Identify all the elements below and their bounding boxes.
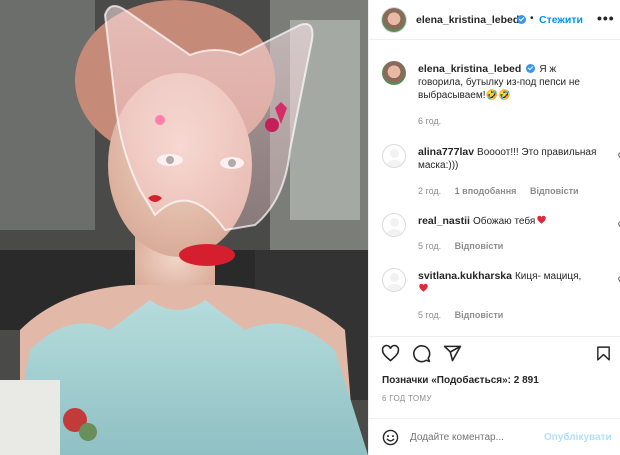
- red-heart-emoji-icon: [419, 283, 428, 292]
- commenter-avatar[interactable]: [382, 144, 406, 168]
- comment-time[interactable]: 5 год.: [418, 310, 441, 320]
- verified-icon: [526, 64, 536, 73]
- caption-avatar[interactable]: [382, 61, 406, 85]
- comment-username[interactable]: svitlana.kukharska: [418, 270, 512, 282]
- post-sidebar: elena_kristina_lebed • Стежити ••• elena…: [368, 0, 620, 455]
- reply-button[interactable]: Відповісти: [455, 310, 504, 320]
- comment-body: alina777lav Воооот!!! Это правильная маск…: [418, 146, 603, 172]
- comment-time[interactable]: 2 год.: [418, 186, 441, 196]
- share-icon[interactable]: [443, 344, 462, 363]
- heart-icon[interactable]: [381, 344, 400, 363]
- author-username[interactable]: elena_kristina_lebed: [416, 14, 519, 26]
- post-actions: [369, 336, 620, 368]
- commenter-avatar[interactable]: [382, 268, 406, 292]
- comment-body: real_nastii Обожаю тебя: [418, 215, 603, 228]
- reply-button[interactable]: Відповісти: [455, 241, 504, 251]
- author-avatar[interactable]: [382, 8, 406, 32]
- add-comment-bar: Опублікувати: [369, 418, 620, 455]
- separator-dot: •: [530, 13, 534, 24]
- selfie-with-mask-illustration: [0, 0, 368, 455]
- post-header: elena_kristina_lebed • Стежити •••: [369, 0, 620, 40]
- follow-button[interactable]: Стежити: [539, 14, 583, 26]
- comment-username[interactable]: alina777lav: [418, 146, 474, 158]
- verified-icon: [517, 15, 526, 24]
- more-options-icon[interactable]: •••: [597, 10, 615, 26]
- reply-button[interactable]: Відповісти: [530, 186, 579, 196]
- caption-time[interactable]: 6 год.: [418, 116, 441, 126]
- comment-meta: 2 год. 1 вподобання Відповісти: [418, 186, 590, 196]
- comment-text: Обожаю тебя: [472, 216, 536, 227]
- caption-meta: 6 год.: [418, 116, 452, 126]
- commenter-avatar[interactable]: [382, 213, 406, 237]
- comment-username[interactable]: real_nastii: [418, 215, 470, 227]
- comment-meta: 5 год. Відповісти: [418, 310, 514, 320]
- caption-body: elena_kristina_lebed Я ж говорила, бутылк…: [418, 63, 603, 102]
- publish-button[interactable]: Опублікувати: [544, 432, 612, 443]
- comment-text: Киця- мациця,: [514, 271, 582, 282]
- post-photo[interactable]: [0, 0, 368, 455]
- likes-count[interactable]: Позначки «Подобається»: 2 891: [382, 375, 539, 386]
- post-time[interactable]: 6 ГОД ТОМУ: [382, 394, 432, 403]
- red-heart-emoji-icon: [537, 215, 546, 224]
- comment-icon[interactable]: [412, 344, 431, 363]
- comment-time[interactable]: 5 год.: [418, 241, 441, 251]
- comment-meta: 5 год. Відповісти: [418, 241, 514, 251]
- comment-input[interactable]: [410, 432, 540, 443]
- comment-likes[interactable]: 1 вподобання: [455, 186, 517, 196]
- emoji-icon[interactable]: [382, 429, 399, 446]
- bookmark-icon[interactable]: [595, 344, 612, 363]
- caption-username[interactable]: elena_kristina_lebed: [418, 63, 521, 75]
- comment-body: svitlana.kukharska Киця- мациця,: [418, 270, 603, 296]
